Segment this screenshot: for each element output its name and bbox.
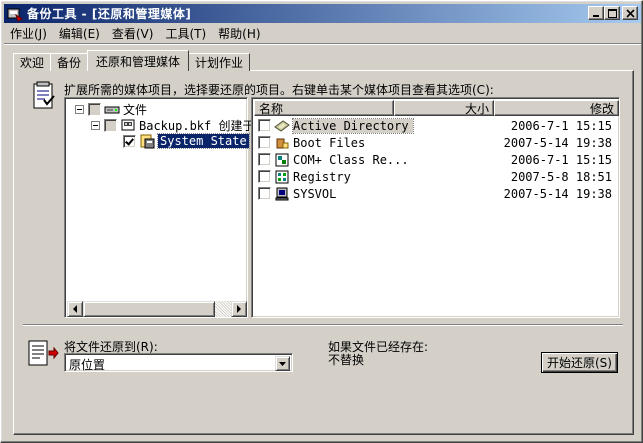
registry-icon	[274, 169, 290, 185]
tape-icon	[120, 117, 136, 133]
sysvol-icon	[274, 186, 290, 202]
minimize-button[interactable]	[588, 6, 604, 20]
row-name: COM+ Class Re...	[293, 152, 409, 167]
restore-location-select[interactable]: 原位置	[64, 353, 293, 372]
list-row-active-directory[interactable]: Active Directory 2006-7-1 15:15	[258, 117, 613, 134]
row-name: SYSVOL	[293, 186, 337, 201]
tree-horizontal-scrollbar[interactable]	[67, 301, 247, 317]
menu-job[interactable]: 作业(J)	[4, 25, 53, 42]
menu-help[interactable]: 帮助(H)	[212, 25, 266, 42]
instruction-text: 扩展所需的媒体项目，选择要还原的项目。右键单击某个媒体项目查看其选项(C):	[64, 83, 494, 97]
list-row-sysvol[interactable]: SYSVOL 2007-5-14 19:38	[258, 185, 613, 202]
row-checkbox[interactable]	[258, 153, 271, 166]
menu-separator	[4, 43, 641, 45]
dropdown-arrow-icon[interactable]	[275, 356, 290, 371]
list-row-registry[interactable]: Registry 2007-5-8 18:51	[258, 168, 613, 185]
row-checkbox[interactable]	[258, 187, 271, 200]
tab-schedule-jobs[interactable]: 计划作业	[188, 53, 251, 71]
tab-welcome[interactable]: 欢迎	[13, 53, 52, 71]
menu-tools[interactable]: 工具(T)	[159, 25, 212, 42]
scroll-left-button[interactable]	[67, 301, 83, 317]
tree-checkbox-system-state[interactable]	[123, 134, 136, 148]
drive-icon	[104, 101, 120, 117]
restore-location-value: 原位置	[69, 358, 106, 372]
media-tree[interactable]: 文件 Backup.bkf 创建于 System State	[64, 97, 254, 318]
scrollbar-thumb[interactable]	[83, 301, 215, 317]
media-item-list[interactable]: 名称 大小 修改 Active Directory 2006-7-1 15:15…	[251, 97, 620, 318]
collapse-icon[interactable]	[91, 120, 100, 130]
menu-bar: 作业(J) 编辑(E) 查看(V) 工具(T) 帮助(H)	[4, 24, 267, 43]
restore-location-icon	[27, 338, 59, 368]
tree-item-backup-bkf[interactable]: Backup.bkf 创建于	[91, 117, 254, 133]
row-checkbox[interactable]	[258, 136, 271, 149]
row-modified: 2007-5-14 19:38	[503, 135, 612, 150]
row-name: Active Directory	[292, 117, 414, 134]
tab-backup[interactable]: 备份	[50, 53, 89, 71]
row-modified: 2006-7-1 15:15	[510, 152, 612, 167]
row-modified: 2006-7-1 15:15	[510, 118, 612, 133]
tree-checkbox-files[interactable]	[88, 102, 101, 116]
list-row-com-class[interactable]: COM+ Class Re... 2006-7-1 15:15	[258, 151, 613, 168]
title-bar[interactable]: 备份工具 - [还原和管理媒体]	[4, 4, 641, 23]
com-class-icon	[274, 152, 290, 168]
tree-checkbox-backup[interactable]	[104, 118, 117, 132]
column-header-modified[interactable]: 修改	[494, 100, 619, 116]
menu-view[interactable]: 查看(V)	[106, 25, 160, 42]
checklist-icon	[31, 81, 57, 111]
row-checkbox[interactable]	[258, 119, 271, 132]
tree-label-system-state: System State	[157, 133, 250, 149]
bottom-separator	[23, 324, 623, 326]
column-header-size[interactable]: 大小	[394, 100, 494, 116]
row-modified: 2007-5-14 19:38	[503, 186, 612, 201]
column-header-name[interactable]: 名称	[254, 100, 394, 116]
backup-app-icon	[7, 6, 23, 22]
tree-item-system-state[interactable]: System State	[123, 133, 250, 149]
list-header: 名称 大小 修改	[254, 100, 619, 116]
tree-item-files[interactable]: 文件	[75, 101, 147, 117]
tree-label-backup: Backup.bkf 创建于	[139, 118, 255, 133]
tab-restore-manage-media[interactable]: 还原和管理媒体	[87, 50, 190, 71]
menu-edit[interactable]: 编辑(E)	[53, 25, 106, 42]
row-name: Boot Files	[293, 135, 366, 150]
maximize-button[interactable]	[604, 6, 620, 20]
active-directory-icon	[274, 118, 290, 134]
tab-strip: 欢迎 备份 还原和管理媒体 计划作业	[13, 50, 251, 71]
list-row-boot-files[interactable]: Boot Files 2007-5-14 19:38	[258, 134, 613, 151]
close-button[interactable]	[622, 6, 638, 20]
backup-utility-window: 备份工具 - [还原和管理媒体] 作业(J) 编辑(E) 查看(V) 工具(T)…	[0, 0, 643, 443]
if-file-exists-value: 不替换	[328, 353, 365, 367]
scroll-right-button[interactable]	[231, 301, 247, 317]
collapse-icon[interactable]	[75, 104, 84, 114]
system-state-icon	[139, 133, 155, 149]
row-name: Registry	[293, 169, 351, 184]
row-modified: 2007-5-8 18:51	[510, 169, 612, 184]
window-title: 备份工具 - [还原和管理媒体]	[27, 7, 192, 21]
boot-files-icon	[274, 135, 290, 151]
start-restore-button[interactable]: 开始还原(S)	[541, 352, 618, 373]
tree-label-files: 文件	[123, 102, 148, 117]
row-checkbox[interactable]	[258, 170, 271, 183]
